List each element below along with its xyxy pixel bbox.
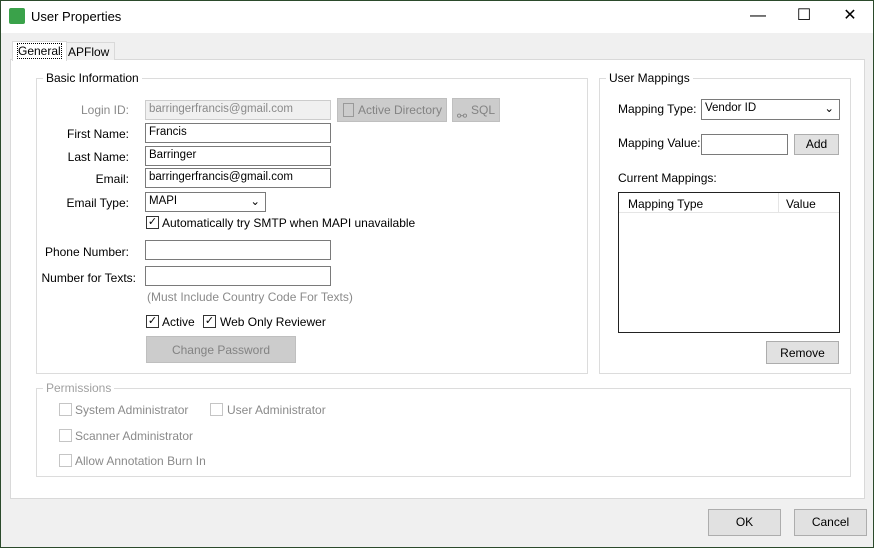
login-id-label: Login ID: — [80, 103, 129, 117]
group-legend: Basic Information — [43, 71, 142, 85]
column-header-mapping-type[interactable]: Mapping Type — [619, 193, 779, 213]
user-admin-label: User Administrator — [227, 403, 326, 417]
maximize-button[interactable]: ☐ — [781, 1, 827, 33]
chevron-down-icon: ⌄ — [250, 196, 260, 208]
active-label: Active — [162, 315, 195, 329]
column-header-value[interactable]: Value — [779, 193, 839, 213]
email-type-select[interactable]: MAPI ⌄ — [145, 192, 266, 212]
annotation-burn-checkbox — [59, 454, 72, 467]
phone-field[interactable] — [145, 240, 331, 260]
smtp-label: Automatically try SMTP when MAPI unavail… — [162, 216, 416, 230]
sql-button: ⚯ SQL — [452, 98, 500, 123]
smtp-checkbox[interactable]: ✓ — [146, 216, 159, 229]
annotation-burn-label: Allow Annotation Burn In — [75, 454, 206, 468]
system-admin-checkbox — [59, 403, 72, 416]
active-checkbox[interactable]: ✓ — [146, 315, 159, 328]
email-label: Email: — [95, 172, 129, 186]
change-password-button: Change Password — [146, 336, 296, 363]
texts-hint: (Must Include Country Code For Texts) — [147, 290, 353, 304]
web-only-checkbox[interactable]: ✓ — [203, 315, 216, 328]
scanner-admin-checkbox — [59, 429, 72, 442]
group-legend: User Mappings — [606, 71, 693, 85]
minimize-button[interactable]: — — [735, 1, 781, 33]
texts-label: Number for Texts: — [41, 271, 136, 285]
button-label: SQL — [470, 103, 495, 117]
directory-icon — [343, 103, 354, 117]
cancel-button[interactable]: Cancel — [794, 509, 867, 536]
mappings-list[interactable]: Mapping Type Value — [618, 192, 840, 333]
system-admin-label: System Administrator — [75, 403, 189, 417]
mapping-type-label: Mapping Type: — [618, 102, 697, 116]
mapping-value-label: Mapping Value: — [618, 136, 701, 150]
ok-button[interactable]: OK — [708, 509, 781, 536]
add-button[interactable]: Add — [794, 134, 839, 155]
mapping-type-select[interactable]: Vendor ID ⌄ — [701, 99, 840, 120]
group-legend: Permissions — [43, 381, 115, 395]
tab-apflow[interactable]: APFlow — [62, 42, 116, 60]
user-admin-checkbox — [210, 403, 223, 416]
select-value: Vendor ID — [705, 102, 757, 114]
current-mappings-label: Current Mappings: — [618, 171, 717, 185]
chevron-down-icon: ⌄ — [824, 103, 834, 115]
email-type-label: Email Type: — [66, 196, 129, 210]
email-field[interactable]: barringerfrancis@gmail.com — [145, 168, 331, 188]
tab-general[interactable]: General — [12, 41, 67, 61]
binoculars-icon: ⚯ — [457, 109, 468, 123]
phone-label: Phone Number: — [44, 245, 129, 259]
first-name-label: First Name: — [66, 127, 129, 141]
mapping-value-field[interactable] — [701, 134, 788, 155]
button-label: Active Directory — [357, 103, 442, 117]
active-directory-button: Active Directory — [337, 98, 447, 122]
last-name-field[interactable]: Barringer — [145, 146, 331, 166]
app-icon — [9, 8, 25, 24]
window-title: User Properties — [31, 9, 122, 24]
last-name-label: Last Name: — [67, 150, 129, 164]
scanner-admin-label: Scanner Administrator — [75, 429, 194, 443]
texts-field[interactable] — [145, 266, 331, 286]
tab-label: General — [17, 43, 62, 59]
select-value: MAPI — [149, 195, 178, 207]
login-id-field: barringerfrancis@gmail.com — [145, 100, 331, 120]
close-button[interactable]: ✕ — [827, 1, 873, 33]
web-only-label: Web Only Reviewer — [220, 315, 326, 329]
first-name-field[interactable]: Francis — [145, 123, 331, 143]
remove-button[interactable]: Remove — [766, 341, 839, 364]
